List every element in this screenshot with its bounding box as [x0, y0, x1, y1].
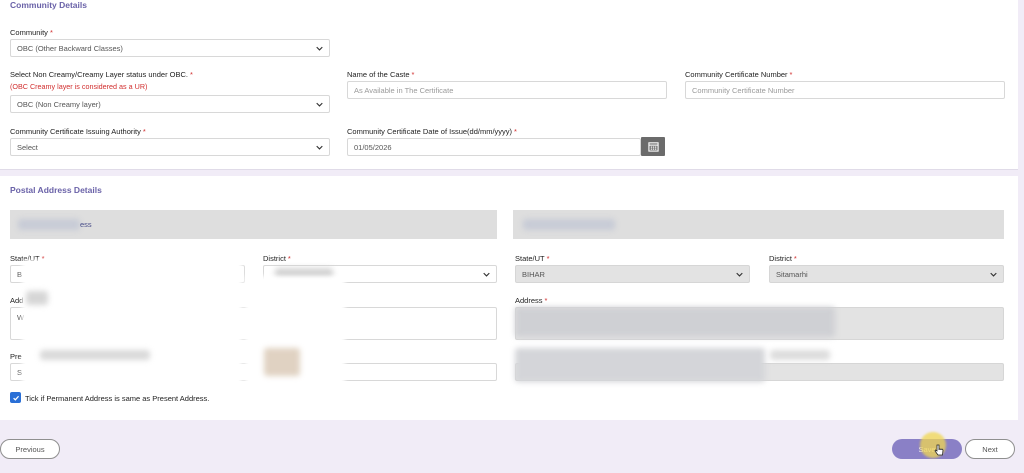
community-details-card: Community Details Community * OBC (Other … — [0, 0, 1018, 170]
redaction-mask — [245, 276, 345, 396]
permanent-district-value: Sitamarhi — [776, 269, 808, 279]
caste-label: Name of the Caste * — [347, 70, 415, 79]
permanent-district-select[interactable]: Sitamarhi — [769, 265, 1004, 283]
permanent-address-label: Address * — [515, 296, 548, 305]
creamy-layer-select[interactable]: OBC (Non Creamy layer) — [10, 95, 330, 113]
permanent-state-label: State/UT * — [515, 254, 550, 263]
calendar-button[interactable] — [641, 137, 665, 156]
redacted-image — [264, 348, 300, 376]
chevron-down-icon — [315, 143, 323, 151]
community-label: Community * — [10, 28, 53, 37]
previous-button[interactable]: Previous — [0, 439, 60, 459]
issuing-authority-label: Community Certificate Issuing Authority * — [10, 127, 146, 136]
chevron-down-icon — [482, 270, 490, 278]
present-pincode-label: Pre — [10, 352, 22, 361]
permanent-district-label: District * — [769, 254, 797, 263]
chevron-down-icon — [315, 44, 323, 52]
creamy-layer-label: Select Non Creamy/Creamy Layer status un… — [10, 70, 193, 79]
chevron-down-icon — [735, 270, 743, 278]
postal-section-title: Postal Address Details — [10, 185, 102, 195]
chevron-down-icon — [315, 100, 323, 108]
present-district-label: District * — [263, 254, 291, 263]
redaction-mask — [22, 260, 242, 390]
community-select[interactable]: OBC (Other Backward Classes) — [10, 39, 330, 57]
checkmark-icon — [12, 395, 19, 401]
redacted-text — [26, 291, 48, 305]
calendar-icon — [647, 142, 659, 152]
redacted-text — [18, 219, 80, 230]
next-button[interactable]: Next — [965, 439, 1015, 459]
permanent-address-header — [513, 210, 1004, 239]
issuing-authority-select[interactable]: Select — [10, 138, 330, 156]
creamy-layer-select-value: OBC (Non Creamy layer) — [17, 99, 101, 109]
cert-number-input[interactable]: Community Certificate Number — [685, 81, 1005, 99]
postal-address-card: Postal Address Details ess State/UT * B D… — [0, 176, 1018, 420]
permanent-state-select[interactable]: BIHAR — [515, 265, 750, 283]
community-select-value: OBC (Other Backward Classes) — [17, 43, 123, 53]
issue-date-value: 01/05/2026 — [354, 142, 392, 152]
redacted-text — [515, 307, 835, 337]
issuing-authority-select-value: Select — [17, 142, 38, 152]
redacted-text — [40, 350, 150, 360]
cert-number-input-placeholder: Community Certificate Number — [692, 85, 795, 95]
caste-input-placeholder: As Available in The Certificate — [354, 85, 454, 95]
chevron-down-icon — [989, 270, 997, 278]
issue-date-input[interactable]: 01/05/2026 — [347, 138, 641, 156]
redacted-text — [523, 219, 615, 230]
redacted-text — [770, 350, 830, 360]
issue-date-label: Community Certificate Date of Issue(dd/m… — [347, 127, 517, 136]
redacted-text — [515, 348, 765, 382]
hand-cursor-icon — [934, 444, 944, 456]
present-address-header: ess — [10, 210, 497, 239]
creamy-layer-note: (OBC Creamy layer is considered as a UR) — [10, 82, 148, 91]
same-address-checkbox[interactable] — [10, 392, 21, 403]
same-address-label: Tick if Permanent Address is same as Pre… — [25, 394, 210, 403]
community-section-title: Community Details — [10, 0, 87, 10]
present-address-header-text: ess — [80, 220, 92, 229]
caste-input[interactable]: As Available in The Certificate — [347, 81, 667, 99]
cert-number-label: Community Certificate Number * — [685, 70, 793, 79]
permanent-state-value: BIHAR — [522, 269, 545, 279]
